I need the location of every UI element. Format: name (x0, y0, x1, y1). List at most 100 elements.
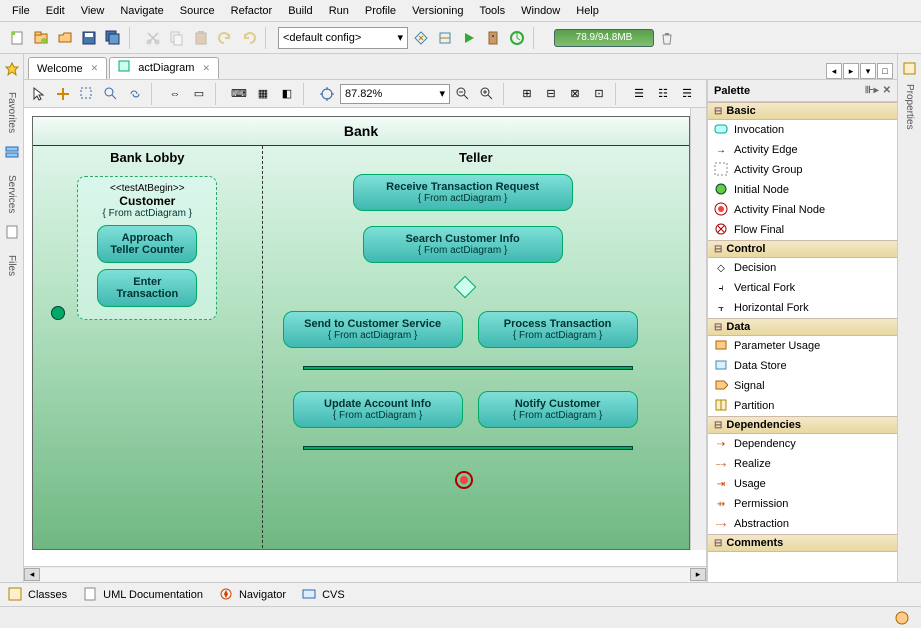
run-icon[interactable] (458, 27, 480, 49)
tab-actdiagram[interactable]: actDiagram ✕ (109, 57, 219, 79)
menu-window[interactable]: Window (513, 2, 568, 20)
palette-item-data-store[interactable]: Data Store (708, 356, 897, 376)
activity-notify[interactable]: Notify Customer { From actDiagram } (478, 391, 638, 428)
layout4-icon[interactable]: ⊡ (588, 83, 610, 105)
rail-services[interactable]: Services (6, 175, 17, 213)
activity-receive[interactable]: Receive Transaction Request { From actDi… (353, 174, 573, 211)
memory-indicator[interactable]: 78.9/94.8MB (554, 29, 654, 47)
rail-favorites[interactable]: Favorites (6, 92, 17, 133)
lane-bank-lobby[interactable]: Bank Lobby <<testAtBegin>> Customer { Fr… (33, 146, 263, 548)
redo-icon[interactable] (238, 27, 260, 49)
menu-build[interactable]: Build (280, 2, 320, 20)
palette-group-data[interactable]: Data (708, 318, 897, 336)
undo-icon[interactable] (214, 27, 236, 49)
marquee-zoom-icon[interactable] (76, 83, 98, 105)
close-icon[interactable]: ✕ (91, 63, 99, 74)
tab-welcome[interactable]: Welcome ✕ (28, 57, 107, 79)
zoom-out-icon[interactable] (452, 83, 474, 105)
fit-page-icon[interactable]: ▭ (188, 83, 210, 105)
bottom-cvs[interactable]: CVS (302, 587, 345, 603)
palette-group-control[interactable]: Control (708, 240, 897, 258)
activity-process[interactable]: Process Transaction { From actDiagram } (478, 311, 638, 348)
palette-item-activity-final[interactable]: Activity Final Node (708, 200, 897, 220)
palette-item-activity-group[interactable]: Activity Group (708, 160, 897, 180)
save-icon[interactable] (78, 27, 100, 49)
tab-prev-icon[interactable]: ◂ (826, 63, 842, 79)
files-icon[interactable] (1, 221, 23, 243)
services-icon[interactable] (1, 141, 23, 163)
fork-bar-2[interactable] (303, 446, 633, 450)
palette-item-partition[interactable]: Partition (708, 396, 897, 416)
copy-icon[interactable] (166, 27, 188, 49)
interactive-zoom-icon[interactable] (100, 83, 122, 105)
palette-close-icon[interactable]: ✕ (883, 85, 891, 96)
cut-icon[interactable] (142, 27, 164, 49)
scroll-right-icon[interactable]: ▸ (690, 568, 706, 581)
menu-versioning[interactable]: Versioning (404, 2, 471, 20)
gc-icon[interactable] (656, 27, 678, 49)
vertical-scrollbar[interactable] (690, 108, 706, 550)
rail-files[interactable]: Files (6, 255, 17, 276)
properties-icon[interactable] (899, 58, 921, 80)
menu-edit[interactable]: Edit (38, 2, 73, 20)
new-file-icon[interactable] (6, 27, 28, 49)
activity-search[interactable]: Search Customer Info { From actDiagram } (363, 226, 563, 263)
clean-build-icon[interactable] (434, 27, 456, 49)
palette-group-basic[interactable]: Basic (708, 102, 897, 120)
palette-item-decision[interactable]: ◇Decision (708, 258, 897, 278)
zoom-combo[interactable]: 87.82% ▾ (340, 84, 450, 104)
bottom-uml-doc[interactable]: UML Documentation (83, 587, 203, 603)
bottom-navigator[interactable]: Navigator (219, 587, 286, 603)
horizontal-scrollbar[interactable]: ◂ ▸ (24, 566, 706, 582)
activity-update[interactable]: Update Account Info { From actDiagram } (293, 391, 463, 428)
new-project-icon[interactable] (30, 27, 52, 49)
palette-item-activity-edge[interactable]: →Activity Edge (708, 140, 897, 160)
favorites-icon[interactable] (1, 58, 23, 80)
scroll-left-icon[interactable]: ◂ (24, 568, 40, 581)
palette-item-vertical-fork[interactable]: ⫞Vertical Fork (708, 278, 897, 298)
tab-next-icon[interactable]: ▸ (843, 63, 859, 79)
select-all-icon[interactable]: ▦ (252, 83, 274, 105)
fork-bar-1[interactable] (303, 366, 633, 370)
open-icon[interactable] (54, 27, 76, 49)
status-icon[interactable] (891, 607, 913, 629)
palette-item-permission[interactable]: ⇸Permission (708, 494, 897, 514)
palette-item-abstraction[interactable]: ⤏Abstraction (708, 514, 897, 534)
palette-item-realize[interactable]: ⤍Realize (708, 454, 897, 474)
menu-file[interactable]: File (4, 2, 38, 20)
menu-tools[interactable]: Tools (471, 2, 513, 20)
debug-icon[interactable] (482, 27, 504, 49)
layout3-icon[interactable]: ⊠ (564, 83, 586, 105)
menu-source[interactable]: Source (172, 2, 223, 20)
overview-icon[interactable]: ◧ (276, 83, 298, 105)
menu-navigate[interactable]: Navigate (112, 2, 171, 20)
layout1-icon[interactable]: ⊞ (516, 83, 538, 105)
palette-item-initial-node[interactable]: Initial Node (708, 180, 897, 200)
config-combo[interactable]: <default config> ▾ (278, 27, 408, 49)
palette-group-dependencies[interactable]: Dependencies (708, 416, 897, 434)
customer-group[interactable]: <<testAtBegin>> Customer { From actDiagr… (77, 176, 217, 320)
relayout3-icon[interactable]: ☴ (676, 83, 698, 105)
pan-icon[interactable] (52, 83, 74, 105)
activity-final-node-icon[interactable] (455, 471, 473, 489)
palette-item-flow-final[interactable]: Flow Final (708, 220, 897, 240)
rail-properties[interactable]: Properties (904, 84, 915, 130)
export-image-icon[interactable]: ⌨ (228, 83, 250, 105)
profile-icon[interactable] (506, 27, 528, 49)
relayout1-icon[interactable]: ☰ (628, 83, 650, 105)
lane-teller[interactable]: Teller Receive Transaction Request { Fro… (263, 146, 689, 548)
close-icon[interactable]: ✕ (202, 63, 210, 74)
menu-run[interactable]: Run (321, 2, 357, 20)
build-icon[interactable] (410, 27, 432, 49)
paste-icon[interactable] (190, 27, 212, 49)
palette-item-parameter[interactable]: Parameter Usage (708, 336, 897, 356)
palette-item-dependency[interactable]: ⇢Dependency (708, 434, 897, 454)
palette-item-usage[interactable]: ⇥Usage (708, 474, 897, 494)
decision-node-icon[interactable] (453, 276, 476, 299)
zoom-in-icon[interactable] (476, 83, 498, 105)
menu-profile[interactable]: Profile (357, 2, 404, 20)
initial-node-icon[interactable] (51, 306, 65, 320)
link-icon[interactable] (124, 83, 146, 105)
menu-view[interactable]: View (73, 2, 113, 20)
palette-chevrons-icon[interactable]: ⊪▸ (865, 85, 879, 96)
